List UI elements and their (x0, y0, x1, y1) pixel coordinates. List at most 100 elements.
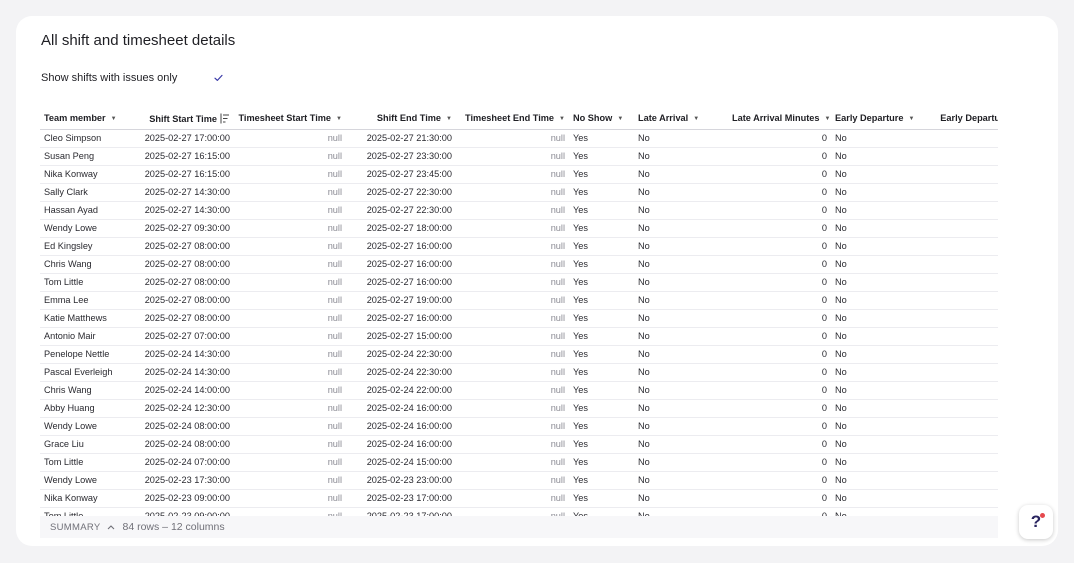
caret-down-icon[interactable]: ▼ (559, 116, 565, 122)
table-cell: null (456, 165, 569, 184)
table-cell: 2025-02-27 09:30:00 (135, 219, 234, 238)
column-header-label: Shift Start Time (149, 113, 217, 124)
table-row[interactable]: Chris Wang 2025-02-24 14:00:00 null 2025-02… (40, 381, 998, 400)
column-header[interactable]: Shift End Time ▼ (346, 108, 456, 130)
table-cell: Yes (569, 309, 634, 328)
help-button[interactable]: ? (1019, 505, 1053, 539)
table-cell: Nika Konway (40, 165, 135, 184)
table-cell: null (456, 291, 569, 310)
table-row[interactable]: Susan Peng 2025-02-27 16:15:00 null 2025-02… (40, 147, 998, 166)
table-cell: null (234, 363, 346, 382)
table-cell: 0 (728, 471, 831, 490)
sort-icon[interactable] (220, 113, 230, 124)
column-header-label: Timesheet Start Time (238, 113, 332, 124)
column-header[interactable]: Early Departure Minutes (931, 108, 998, 130)
table-row[interactable]: Ed Kingsley 2025-02-27 08:00:00 null 2025-0… (40, 237, 998, 256)
table-cell (931, 489, 998, 508)
table-row[interactable]: Penelope Nettle 2025-02-24 14:30:00 null 20… (40, 345, 998, 364)
column-header-label: Shift End Time (376, 113, 442, 124)
table-cell: 2025-02-27 16:00:00 (346, 237, 456, 256)
table-cell: null (456, 453, 569, 472)
table-cell: Yes (569, 381, 634, 400)
table-row[interactable]: Wendy Lowe 2025-02-24 08:00:00 null 2025-02… (40, 417, 998, 436)
table-row[interactable]: Emma Lee 2025-02-27 08:00:00 null 2025-02-2… (40, 291, 998, 310)
table-cell: 0 (728, 129, 831, 148)
table-cell: No (831, 309, 931, 328)
column-header[interactable]: Late Arrival Minutes ▼ (728, 108, 831, 130)
table-cell: 2025-02-23 09:00:00 (135, 489, 234, 508)
table-cell: Yes (569, 129, 634, 148)
caret-down-icon[interactable]: ▼ (336, 116, 342, 122)
table-cell (931, 327, 998, 346)
column-header[interactable]: Timesheet End Time ▼ (456, 108, 569, 130)
column-header[interactable]: Team member ▼ (40, 108, 135, 130)
table-row[interactable]: Tom Little 2025-02-23 09:00:00 null 2025-02… (40, 507, 998, 516)
table-cell (931, 435, 998, 454)
table-cell: 2025-02-24 22:30:00 (346, 345, 456, 364)
table-cell: No (634, 381, 728, 400)
column-header[interactable]: Early Departure ▼ (831, 108, 931, 130)
table-row[interactable]: Grace Liu 2025-02-24 08:00:00 null 2025-02-… (40, 435, 998, 454)
column-header-label: Late Arrival (638, 113, 689, 124)
table-row[interactable]: Chris Wang 2025-02-27 08:00:00 null 2025-02… (40, 255, 998, 274)
table-cell: 2025-02-27 23:30:00 (346, 147, 456, 166)
table-cell: 2025-02-24 08:00:00 (135, 417, 234, 436)
table-cell: Yes (569, 327, 634, 346)
table-cell: 0 (728, 255, 831, 274)
chevron-up-icon[interactable] (107, 524, 115, 530)
table-cell: 0 (728, 507, 831, 516)
table-row[interactable]: Hassan Ayad 2025-02-27 14:30:00 null 2025-0… (40, 201, 998, 220)
table-row[interactable]: Antonio Mair 2025-02-27 07:00:00 null 2025-… (40, 327, 998, 346)
table-cell: 2025-02-24 22:30:00 (346, 363, 456, 382)
table-cell: No (831, 327, 931, 346)
notification-dot (1040, 513, 1045, 518)
issues-filter-checkbox[interactable] (211, 71, 225, 85)
table-cell: Yes (569, 435, 634, 454)
table-cell: No (831, 417, 931, 436)
table-cell (931, 507, 998, 516)
table-row[interactable]: Katie Matthews 2025-02-27 08:00:00 null 202… (40, 309, 998, 328)
table-row[interactable]: Pascal Everleigh 2025-02-24 14:30:00 null 2… (40, 363, 998, 382)
table-cell: 2025-02-24 07:00:00 (135, 453, 234, 472)
table-cell: Yes (569, 255, 634, 274)
caret-down-icon[interactable]: ▼ (693, 116, 699, 122)
column-header-label: Team member (44, 113, 106, 124)
table-row[interactable]: Nika Konway 2025-02-23 09:00:00 null 2025-0… (40, 489, 998, 508)
column-header[interactable]: Late Arrival ▼ (634, 108, 728, 130)
caret-down-icon[interactable]: ▼ (617, 116, 623, 122)
table-cell (931, 363, 998, 382)
table-cell: null (234, 327, 346, 346)
table-cell: 2025-02-27 15:00:00 (346, 327, 456, 346)
caret-down-icon[interactable]: ▼ (446, 116, 452, 122)
caret-down-icon[interactable]: ▼ (824, 116, 830, 122)
summary-toggle[interactable]: SUMMARY (50, 522, 101, 533)
check-icon (214, 74, 223, 81)
table-cell: null (234, 381, 346, 400)
column-header[interactable]: Shift Start Time (135, 108, 234, 130)
table-cell: No (634, 273, 728, 292)
table-cell: 0 (728, 327, 831, 346)
table-cell (931, 255, 998, 274)
table-row[interactable]: Nika Konway 2025-02-27 16:15:00 null 2025-0… (40, 165, 998, 184)
column-header[interactable]: No Show ▼ (569, 108, 634, 130)
table-cell: null (456, 219, 569, 238)
table-row[interactable]: Wendy Lowe 2025-02-23 17:30:00 null 2025-02… (40, 471, 998, 490)
caret-down-icon[interactable]: ▼ (908, 116, 914, 122)
table-cell: No (634, 417, 728, 436)
table-cell: Abby Huang (40, 399, 135, 418)
caret-down-icon[interactable]: ▼ (111, 116, 117, 122)
table-cell: Yes (569, 273, 634, 292)
table-cell: null (234, 435, 346, 454)
table-row[interactable]: Tom Little 2025-02-24 07:00:00 null 2025-02… (40, 453, 998, 472)
table-cell: No (634, 507, 728, 516)
table-row[interactable]: Tom Little 2025-02-27 08:00:00 null 2025-02… (40, 273, 998, 292)
table-row[interactable]: Cleo Simpson 2025-02-27 17:00:00 null 2025-… (40, 129, 998, 148)
table-row[interactable]: Wendy Lowe 2025-02-27 09:30:00 null 2025-02… (40, 219, 998, 238)
column-header[interactable]: Timesheet Start Time ▼ (234, 108, 346, 130)
table-cell: Chris Wang (40, 381, 135, 400)
table-cell: No (634, 129, 728, 148)
table-row[interactable]: Sally Clark 2025-02-27 14:30:00 null 2025-0… (40, 183, 998, 202)
table-row[interactable]: Abby Huang 2025-02-24 12:30:00 null 2025-02… (40, 399, 998, 418)
table-cell (931, 381, 998, 400)
table-cell: null (456, 471, 569, 490)
